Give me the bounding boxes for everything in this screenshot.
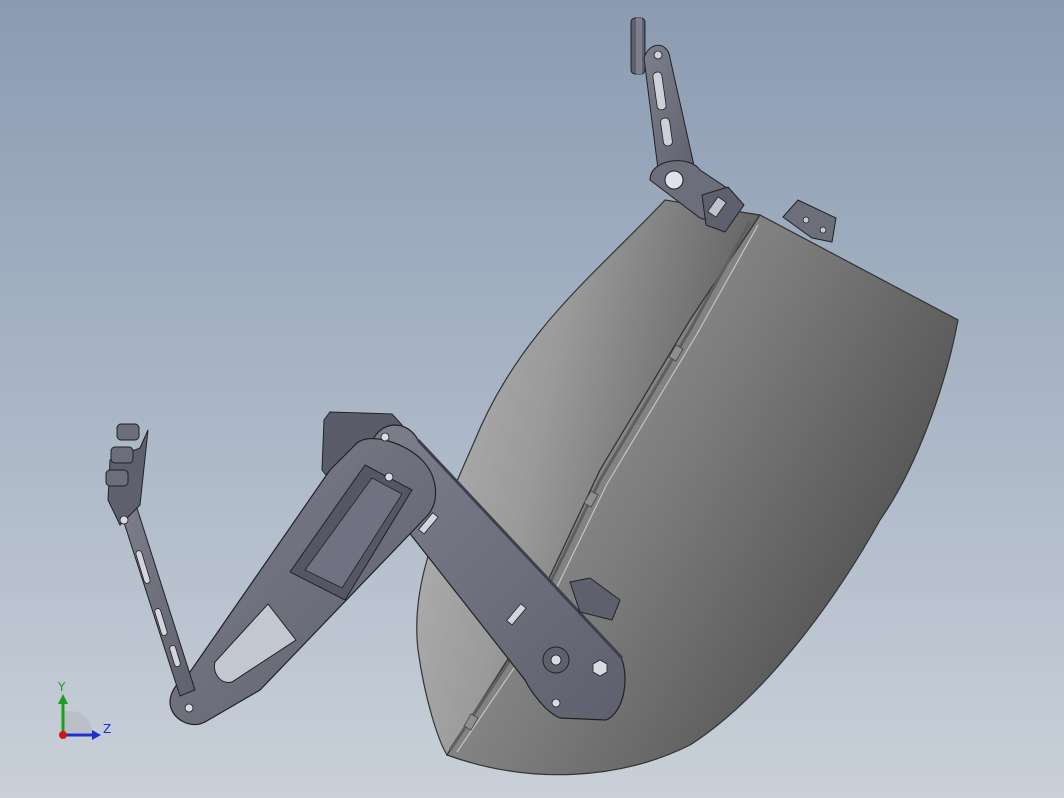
triad-y-label: Y <box>57 680 66 694</box>
cad-viewport[interactable]: Y Z <box>0 0 1064 798</box>
cad-model-scene[interactable]: Y Z <box>0 0 1064 798</box>
triad-z-label: Z <box>103 722 111 736</box>
